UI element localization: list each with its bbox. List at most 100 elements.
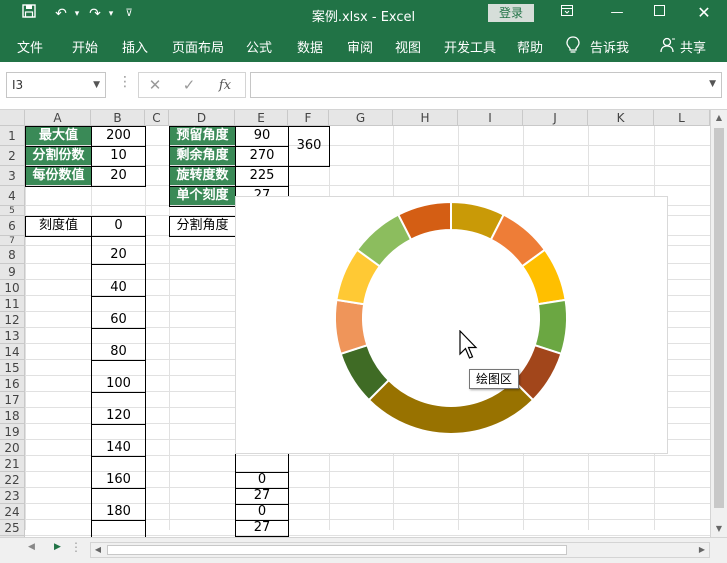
minimize-icon[interactable]: — xyxy=(603,3,631,23)
lightbulb-icon[interactable] xyxy=(566,36,580,54)
column-header-d[interactable]: D xyxy=(169,110,235,126)
cell-border xyxy=(91,146,146,167)
cell-border xyxy=(91,296,146,329)
row-header-23[interactable]: 23 xyxy=(0,488,25,504)
row-header-20[interactable]: 20 xyxy=(0,440,25,456)
name-box[interactable]: I3 ▼ xyxy=(6,72,106,98)
mouse-cursor-icon xyxy=(459,330,478,359)
column-header-g[interactable]: G xyxy=(329,110,393,126)
row-header-17[interactable]: 17 xyxy=(0,392,25,408)
sheet-nav-next-icon[interactable]: ▶ xyxy=(54,542,61,552)
cell-border xyxy=(235,488,289,505)
cell-border xyxy=(91,328,146,361)
cell-border xyxy=(91,264,146,297)
tab-help[interactable]: 帮助 xyxy=(517,37,543,56)
row-header-7[interactable]: 7 xyxy=(0,236,25,246)
scroll-down-icon[interactable]: ▼ xyxy=(711,521,727,537)
insert-function-icon[interactable]: fx xyxy=(215,78,235,93)
row-header-25[interactable]: 25 xyxy=(0,520,25,536)
column-header-l[interactable]: L xyxy=(654,110,710,126)
tab-file[interactable]: 文件 xyxy=(17,37,43,56)
row-header-13[interactable]: 13 xyxy=(0,328,25,344)
row-header-9[interactable]: 9 xyxy=(0,264,25,280)
row-header-16[interactable]: 16 xyxy=(0,376,25,392)
column-header-a[interactable]: A xyxy=(25,110,91,126)
donut-slice-2[interactable] xyxy=(334,298,369,356)
row-header-8[interactable]: 8 xyxy=(0,246,25,264)
row-header-2[interactable]: 2 xyxy=(0,146,25,166)
cell-border xyxy=(235,146,289,167)
row-header-14[interactable]: 14 xyxy=(0,344,25,360)
scroll-up-icon[interactable]: ▲ xyxy=(711,110,727,126)
ribbon-display-options-icon[interactable] xyxy=(553,3,581,23)
formula-expand-icon[interactable]: ▼ xyxy=(709,79,716,89)
splitter-dots-icon[interactable]: ⋮ xyxy=(118,74,132,90)
tab-view[interactable]: 视图 xyxy=(395,37,421,56)
row-header-1[interactable]: 1 xyxy=(0,126,25,146)
horizontal-scroll-thumb[interactable] xyxy=(107,545,567,555)
scroll-left-icon[interactable]: ◀ xyxy=(91,543,105,557)
tab-splitter-icon[interactable]: ⋮ xyxy=(70,540,82,554)
column-header-b[interactable]: B xyxy=(91,110,145,126)
save-icon[interactable] xyxy=(18,4,40,24)
row-header-6[interactable]: 6 xyxy=(0,216,25,236)
column-header-i[interactable]: I xyxy=(458,110,523,126)
cell-border xyxy=(91,456,146,489)
name-box-dropdown-icon[interactable]: ▼ xyxy=(93,73,100,97)
cell-border xyxy=(25,216,92,237)
sheet-tab-bar: ◀ ▶ ⋮ ◀ ▶ xyxy=(0,537,727,563)
tab-home[interactable]: 开始 xyxy=(72,37,98,56)
row-header-12[interactable]: 12 xyxy=(0,312,25,328)
tell-me-search[interactable]: 告诉我 xyxy=(590,37,629,56)
cell-border xyxy=(91,126,146,147)
cell-border xyxy=(235,520,289,537)
column-header-j[interactable]: J xyxy=(523,110,588,126)
formula-input[interactable]: ▼ xyxy=(250,72,722,98)
enter-check-icon[interactable]: ✓ xyxy=(179,76,199,94)
chart-plot-area[interactable] xyxy=(236,197,667,453)
row-header-19[interactable]: 19 xyxy=(0,424,25,440)
share-button[interactable]: 共享 xyxy=(680,37,706,56)
column-header-e[interactable]: E xyxy=(235,110,288,126)
login-button[interactable]: 登录 xyxy=(488,4,534,22)
scroll-right-icon[interactable]: ▶ xyxy=(695,543,709,557)
cell-border xyxy=(235,126,289,147)
vertical-scroll-thumb[interactable] xyxy=(714,128,724,508)
tab-data[interactable]: 数据 xyxy=(297,37,323,56)
row-header-22[interactable]: 22 xyxy=(0,472,25,488)
excel-window: ↶ ▾ ↷ ▾ ⊽ 案例.xlsx - Excel 登录 — ✕ 文件 开始 插… xyxy=(0,0,727,563)
tab-page-layout[interactable]: 页面布局 xyxy=(172,37,224,56)
column-header-c[interactable]: C xyxy=(145,110,169,126)
tab-developer[interactable]: 开发工具 xyxy=(444,37,496,56)
row-header-11[interactable]: 11 xyxy=(0,296,25,312)
horizontal-scrollbar[interactable]: ◀ ▶ xyxy=(90,542,710,558)
select-all-corner[interactable] xyxy=(0,110,25,126)
column-header-k[interactable]: K xyxy=(588,110,654,126)
sheet-nav-prev-icon[interactable]: ◀ xyxy=(28,542,35,552)
row-header-10[interactable]: 10 xyxy=(0,280,25,296)
cancel-icon[interactable]: ✕ xyxy=(145,76,165,94)
cell-border xyxy=(25,146,92,167)
row-header-24[interactable]: 24 xyxy=(0,504,25,520)
cell-border xyxy=(91,488,146,521)
cell-border xyxy=(235,472,289,489)
share-person-icon[interactable] xyxy=(660,37,676,53)
vertical-scrollbar[interactable]: ▲ ▼ xyxy=(710,110,727,537)
close-icon[interactable]: ✕ xyxy=(690,3,718,23)
row-header-21[interactable]: 21 xyxy=(0,456,25,472)
donut-chart[interactable] xyxy=(235,196,668,454)
tab-insert[interactable]: 插入 xyxy=(122,37,148,56)
cell-border xyxy=(91,360,146,393)
row-header-15[interactable]: 15 xyxy=(0,360,25,376)
customize-toolbar-icon[interactable]: ⊽ xyxy=(118,4,140,24)
row-header-3[interactable]: 3 xyxy=(0,166,25,186)
row-header-5[interactable]: 5 xyxy=(0,206,25,216)
row-header-18[interactable]: 18 xyxy=(0,408,25,424)
maximize-icon[interactable] xyxy=(645,3,673,23)
tab-review[interactable]: 审阅 xyxy=(347,37,373,56)
column-header-h[interactable]: H xyxy=(393,110,458,126)
row-header-4[interactable]: 4 xyxy=(0,186,25,206)
tab-formulas[interactable]: 公式 xyxy=(246,37,272,56)
cell-border xyxy=(169,126,236,147)
column-header-f[interactable]: F xyxy=(288,110,329,126)
